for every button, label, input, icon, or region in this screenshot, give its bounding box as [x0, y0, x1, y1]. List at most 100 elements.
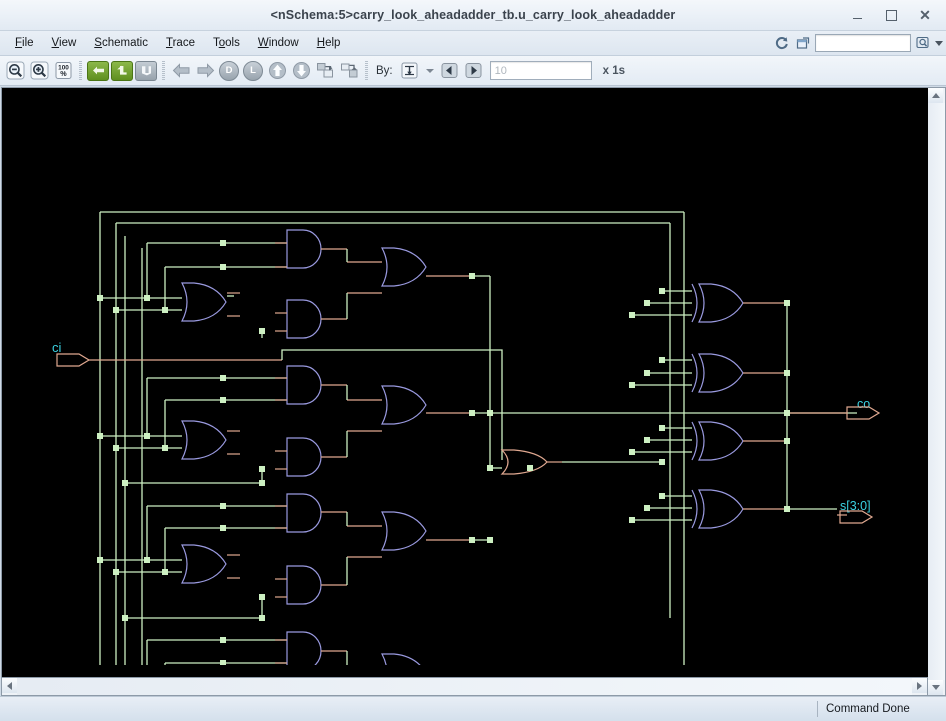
hscroll-track[interactable] — [17, 678, 912, 695]
and-gate — [287, 438, 321, 476]
menu-view[interactable]: View — [43, 35, 86, 51]
title-bar: <nSchema:5>carry_look_aheadadder_tb.u_ca… — [0, 0, 946, 31]
zoom-in-button[interactable] — [28, 60, 50, 82]
schematic-canvas[interactable]: ci — [1, 87, 928, 678]
or-gate — [182, 421, 226, 459]
step-back-button[interactable] — [439, 60, 461, 82]
toolbar-separator — [365, 61, 368, 80]
port-s[interactable]: s[3:0] — [837, 499, 872, 523]
down-level-button[interactable] — [290, 60, 312, 82]
and-gate — [287, 230, 321, 268]
menu-help[interactable]: Help — [308, 35, 350, 51]
gate-block-1 — [97, 230, 490, 468]
gate-block-2 — [97, 366, 857, 486]
minimize-button[interactable] — [840, 3, 874, 27]
by-dropdown-icon[interactable] — [426, 69, 434, 73]
window-controls: ✕ — [840, 0, 942, 30]
scroll-down-arrow-icon[interactable] — [928, 680, 943, 695]
search-input[interactable] — [816, 35, 910, 51]
time-unit-label: x 1s — [603, 65, 625, 77]
xor-column — [629, 284, 837, 528]
toolbar-separator — [162, 61, 165, 80]
canvas-column: ci — [1, 87, 928, 696]
and-gate — [287, 300, 321, 338]
or-gate — [382, 248, 426, 286]
xor-gate — [692, 490, 743, 528]
schematic-drawing: ci — [2, 88, 926, 665]
refresh-icon[interactable] — [773, 34, 791, 52]
vscroll-track[interactable] — [928, 103, 945, 680]
step-count-input-wrapper[interactable] — [490, 61, 592, 80]
by-label: By: — [376, 65, 393, 77]
menu-window[interactable]: Window — [249, 35, 308, 51]
schematic-area: ci — [0, 86, 946, 696]
search-dropdown-icon[interactable] — [935, 41, 943, 46]
menu-schematic[interactable]: Schematic — [85, 35, 157, 51]
zoom-out-button[interactable] — [4, 60, 26, 82]
or-gate — [382, 512, 426, 550]
gate-block-3 — [97, 494, 493, 621]
window-title: <nSchema:5>carry_look_aheadadder_tb.u_ca… — [0, 0, 946, 30]
junction-dots — [97, 375, 493, 486]
add-to-schematic-button[interactable] — [314, 60, 336, 82]
arrow-left-green-icon — [87, 61, 109, 81]
up-level-button[interactable] — [266, 60, 288, 82]
maximize-button[interactable] — [874, 3, 908, 27]
and-gate — [287, 494, 321, 532]
or-gate — [382, 386, 426, 424]
load-l-icon: L — [243, 61, 263, 81]
back-button[interactable] — [170, 60, 192, 82]
toolbar-separator — [79, 61, 82, 80]
xor-gate — [692, 354, 743, 392]
mid-or-gate — [487, 450, 665, 474]
vertical-scrollbar[interactable] — [928, 87, 946, 696]
menu-trace[interactable]: Trace — [157, 35, 204, 51]
arrow-up-green-icon — [111, 61, 133, 81]
port-co[interactable]: co — [784, 397, 879, 419]
step-forward-button[interactable] — [463, 60, 485, 82]
menu-file[interactable]: File — [6, 35, 43, 51]
menu-tools[interactable]: Tools — [204, 35, 249, 51]
scroll-up-arrow-icon[interactable] — [928, 88, 943, 103]
status-bar: Command Done — [0, 696, 946, 721]
menu-bar: File View Schematic Trace Tools Window H… — [0, 31, 946, 56]
trace-step-button[interactable] — [399, 60, 421, 82]
port-label-ci: ci — [52, 340, 62, 355]
expand-left-button[interactable] — [87, 60, 109, 82]
and-gate — [287, 366, 321, 404]
junction-dots — [97, 637, 475, 665]
or-gate — [182, 545, 226, 583]
close-button[interactable]: ✕ — [908, 3, 942, 27]
scroll-right-arrow-icon[interactable] — [912, 678, 927, 693]
driver-d-icon: D — [219, 61, 239, 81]
toolbar: 100 % — [0, 56, 946, 86]
status-command-state: Command Done — [818, 703, 946, 715]
step-count-input[interactable] — [491, 62, 591, 79]
regenerate-button[interactable] — [338, 60, 360, 82]
driver-button[interactable]: D — [218, 60, 240, 82]
and-gate — [287, 632, 321, 665]
nschema-window: <nSchema:5>carry_look_aheadadder_tb.u_ca… — [0, 0, 946, 721]
zoom-100-percent-button[interactable]: 100 % — [52, 60, 74, 82]
junction-dots — [97, 240, 475, 334]
scroll-left-arrow-icon[interactable] — [2, 678, 17, 693]
or-gate — [382, 654, 426, 665]
forward-button[interactable] — [194, 60, 216, 82]
load-button[interactable]: L — [242, 60, 264, 82]
search-zoom-icon[interactable] — [914, 34, 932, 52]
gate-block-4 — [97, 632, 475, 665]
undock-window-icon[interactable] — [794, 34, 812, 52]
xor-gate — [692, 422, 743, 460]
junction-dots — [97, 503, 493, 621]
svg-text:%: % — [60, 69, 67, 78]
junction-dots — [629, 288, 790, 523]
arrow-down-grey-icon — [135, 61, 157, 81]
search-input-wrapper[interactable] — [815, 34, 911, 52]
expand-down-button[interactable] — [135, 60, 157, 82]
horizontal-scrollbar[interactable] — [1, 678, 928, 696]
or-gate — [182, 283, 226, 321]
and-gate — [287, 566, 321, 604]
menu-bar-right-tools — [773, 31, 943, 55]
status-message-area — [0, 697, 817, 721]
expand-up-button[interactable] — [111, 60, 133, 82]
